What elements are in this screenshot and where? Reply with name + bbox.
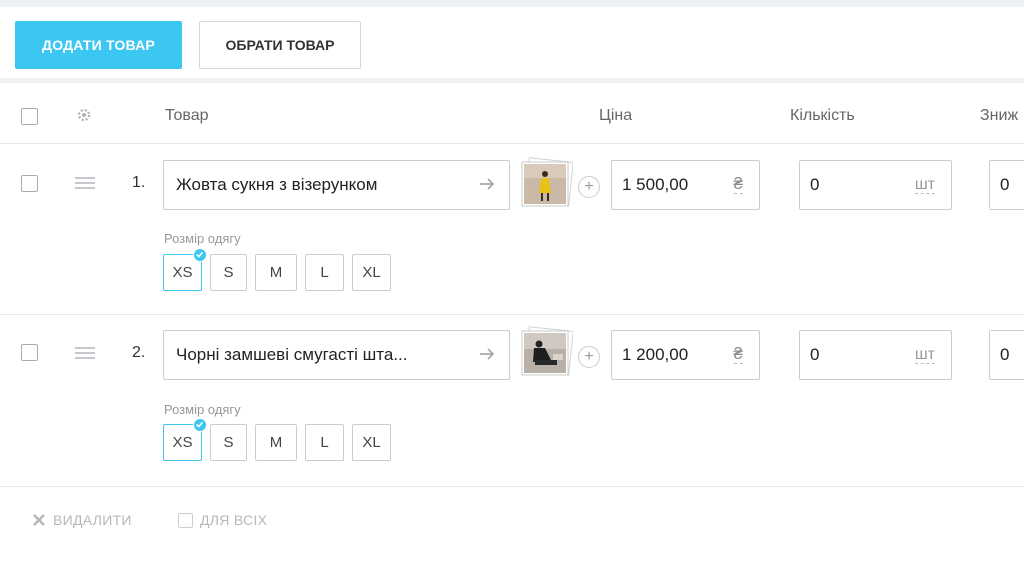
quantity-value: 0 <box>810 345 820 364</box>
size-options: XS S M L XL <box>163 248 391 291</box>
size-option-m[interactable]: M <box>255 424 297 461</box>
size-options: XS S M L XL <box>163 418 391 461</box>
unit-selector[interactable]: шт <box>914 176 935 194</box>
size-text: M <box>269 434 283 451</box>
column-header-discount: Зниж <box>980 107 1019 124</box>
product-name-field[interactable]: Жовта сукня з візерунком <box>163 160 510 210</box>
size-option-s[interactable]: S <box>210 254 247 291</box>
toolbar: ДОДАТИ ТОВАР ОБРАТИ ТОВАР <box>0 7 1024 83</box>
arrow-right-icon[interactable] <box>477 174 497 194</box>
table-row: 1. Жовта сукня з візерунком + 1 500,00 ₴… <box>0 145 1024 315</box>
size-option-l[interactable]: L <box>305 254 344 291</box>
size-option-xs[interactable]: XS <box>163 248 207 291</box>
column-header-product: Товар <box>165 107 209 124</box>
quantity-value: 0 <box>810 175 820 194</box>
product-name-field[interactable]: Чорні замшеві смугасті шта... <box>163 330 510 380</box>
add-photo-plus-icon[interactable]: + <box>578 346 600 368</box>
size-option-m[interactable]: M <box>255 254 297 291</box>
for-all-label: ДЛЯ ВСІХ <box>200 512 268 528</box>
product-photo[interactable] <box>521 157 573 209</box>
size-text: XS <box>172 264 193 281</box>
price-field[interactable]: 1 200,00 ₴ <box>611 330 760 380</box>
size-text: S <box>223 264 234 281</box>
size-option-xl[interactable]: XL <box>352 254 391 291</box>
column-header-price: Ціна <box>599 107 633 124</box>
size-text: XL <box>362 434 381 451</box>
currency-selector[interactable]: ₴ <box>733 345 743 364</box>
price-field[interactable]: 1 500,00 ₴ <box>611 160 760 210</box>
arrow-right-icon[interactable] <box>477 344 497 364</box>
delete-button[interactable]: ВИДАЛИТИ <box>31 512 132 528</box>
add-product-button[interactable]: ДОДАТИ ТОВАР <box>15 21 182 69</box>
checkbox-box[interactable] <box>178 512 193 528</box>
delete-label: ВИДАЛИТИ <box>53 512 132 528</box>
discount-value: 0 <box>1000 175 1010 194</box>
size-option-xs[interactable]: XS <box>163 418 207 461</box>
price-value: 1 200,00 <box>622 345 689 364</box>
close-icon <box>33 514 45 526</box>
product-name: Чорні замшеві смугасті шта... <box>176 345 408 364</box>
discount-field[interactable]: 0 <box>989 160 1024 210</box>
row-number: 2. <box>132 344 146 361</box>
check-icon <box>193 418 207 432</box>
size-label: Розмір одягу <box>164 402 241 417</box>
row-checkbox[interactable] <box>21 175 38 192</box>
table-footer: ВИДАЛИТИ ДЛЯ ВСІХ <box>0 487 1024 576</box>
size-text: S <box>223 434 234 451</box>
size-text: XS <box>172 434 193 451</box>
product-name: Жовта сукня з візерунком <box>176 175 378 194</box>
price-value: 1 500,00 <box>622 175 689 194</box>
choose-product-button[interactable]: ОБРАТИ ТОВАР <box>199 21 361 69</box>
table-row: 2. Чорні замшеві смугасті шта... + 1 200… <box>0 316 1024 487</box>
row-checkbox[interactable] <box>21 344 38 361</box>
product-photo[interactable] <box>521 326 573 378</box>
unit-selector[interactable]: шт <box>914 346 935 364</box>
size-text: L <box>320 264 329 281</box>
table-header: Товар Ціна Кількість Зниж <box>0 88 1024 144</box>
size-option-s[interactable]: S <box>210 424 247 461</box>
discount-value: 0 <box>1000 345 1010 364</box>
for-all-checkbox[interactable]: ДЛЯ ВСІХ <box>178 512 267 528</box>
size-label: Розмір одягу <box>164 231 241 246</box>
add-photo-plus-icon[interactable]: + <box>578 176 600 198</box>
size-option-l[interactable]: L <box>305 424 344 461</box>
size-text: XL <box>362 264 381 281</box>
gear-icon[interactable] <box>76 107 92 123</box>
check-icon <box>193 248 207 262</box>
size-text: M <box>269 264 283 281</box>
column-header-quantity: Кількість <box>790 107 855 124</box>
currency-selector[interactable]: ₴ <box>733 175 743 194</box>
size-text: L <box>320 434 329 451</box>
size-option-xl[interactable]: XL <box>352 424 391 461</box>
select-all-checkbox[interactable] <box>21 108 38 125</box>
discount-field[interactable]: 0 <box>989 330 1024 380</box>
drag-handle-icon[interactable] <box>75 347 95 359</box>
quantity-field[interactable]: 0 шт <box>799 160 952 210</box>
row-number: 1. <box>132 174 146 191</box>
top-strip <box>0 0 1024 7</box>
quantity-field[interactable]: 0 шт <box>799 330 952 380</box>
drag-handle-icon[interactable] <box>75 177 95 189</box>
